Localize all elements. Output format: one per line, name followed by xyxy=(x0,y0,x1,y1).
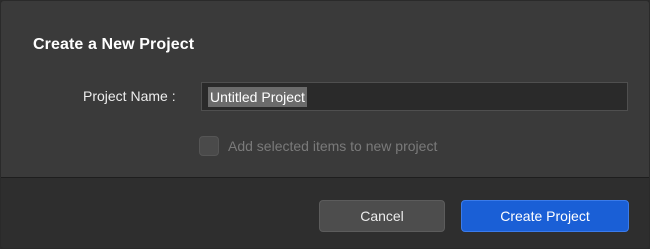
new-project-dialog: Create a New Project Project Name : Unti… xyxy=(0,0,650,249)
add-selected-items-option: Add selected items to new project xyxy=(199,136,437,156)
dialog-title: Create a New Project xyxy=(33,36,195,53)
dialog-footer: Cancel Create Project xyxy=(1,178,649,248)
project-name-value: Untitled Project xyxy=(208,86,307,107)
cancel-button[interactable]: Cancel xyxy=(319,200,445,232)
add-selected-items-label: Add selected items to new project xyxy=(228,138,438,154)
project-name-input[interactable]: Untitled Project xyxy=(201,82,628,111)
create-project-button[interactable]: Create Project xyxy=(461,200,629,232)
add-selected-items-checkbox xyxy=(199,136,219,156)
project-name-label: Project Name : xyxy=(83,88,176,104)
dialog-body: Create a New Project Project Name : Unti… xyxy=(1,1,649,177)
